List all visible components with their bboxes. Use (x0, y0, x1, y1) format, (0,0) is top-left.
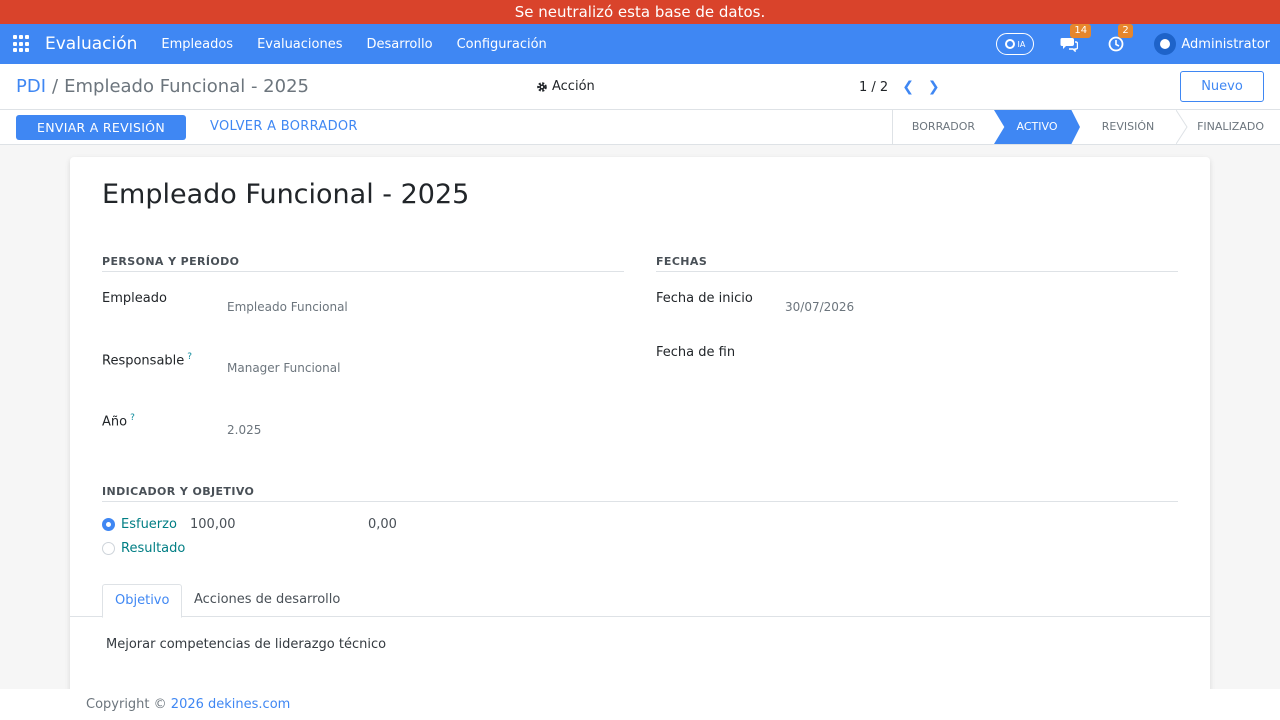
indicator-option-label[interactable]: Esfuerzo (121, 517, 177, 532)
breadcrumb-separator: / (52, 76, 59, 97)
new-button[interactable]: Nuevo (1180, 71, 1264, 102)
user-menu[interactable]: Administrator (1154, 33, 1270, 55)
breadcrumb-current: Empleado Funcional - 2025 (64, 76, 309, 97)
pager: 1 / 2 ❮ ❯ (859, 79, 940, 95)
indicator-value-2: 0,00 (368, 517, 397, 532)
menu-item-empleados[interactable]: Empleados (161, 37, 233, 52)
chat-icon (1060, 38, 1079, 52)
help-tooltip-icon[interactable]: ? (187, 352, 192, 362)
copyright-link[interactable]: 2026 dekines.com (171, 697, 291, 712)
end-date-label: Fecha de fin (656, 345, 736, 360)
ai-icon (1005, 39, 1016, 49)
action-menu-button[interactable]: Acción (536, 79, 595, 94)
stage-pipeline: BORRADOR ACTIVO REVISIÓN FINALIZADO (892, 110, 1280, 144)
stage-activo[interactable]: ACTIVO (994, 110, 1080, 144)
top-navbar: Evaluación Empleados Evaluaciones Desarr… (0, 24, 1280, 64)
indicator-option-label[interactable]: Resultado (121, 541, 185, 556)
year-label-text: Año (102, 414, 128, 430)
indicator-value-1: 100,00 (190, 517, 236, 532)
menu-item-evaluaciones[interactable]: Evaluaciones (257, 37, 342, 52)
indicator-option-esfuerzo[interactable]: Esfuerzo (102, 517, 177, 532)
user-name: Administrator (1181, 36, 1270, 52)
radio-button[interactable] (102, 542, 115, 555)
gear-icon (537, 81, 547, 92)
app-menu-icon[interactable] (13, 35, 31, 53)
start-date-value[interactable]: 30/07/2026 (785, 300, 854, 314)
back-to-draft-button[interactable]: VOLVER A BORRADOR (210, 119, 358, 134)
avatar (1154, 33, 1177, 55)
year-label: Año? (102, 413, 135, 429)
send-to-review-button[interactable]: ENVIAR A REVISIÓN (16, 115, 186, 140)
group-title-indicator: INDICADOR Y OBJETIVO (102, 485, 1178, 502)
chevron-right-icon[interactable]: ❯ (928, 79, 940, 95)
ai-label: IA (1017, 39, 1026, 49)
neutralized-banner: Se neutralizó esta base de datos. (0, 0, 1280, 24)
control-panel: PDI / Empleado Funcional - 2025 Acción 1… (0, 64, 1280, 110)
record-title: Empleado Funcional - 2025 (102, 179, 470, 210)
breadcrumb-root-link[interactable]: PDI (16, 76, 46, 97)
messages-count-badge: 14 (1070, 24, 1092, 38)
app-brand[interactable]: Evaluación (45, 34, 137, 54)
form-sheet: Empleado Funcional - 2025 PERSONA Y PERÍ… (70, 157, 1210, 702)
menu-item-configuracion[interactable]: Configuración (457, 37, 547, 52)
status-bar: ENVIAR A REVISIÓN VOLVER A BORRADOR BORR… (0, 110, 1280, 145)
action-label: Acción (552, 79, 595, 94)
employee-value[interactable]: Empleado Funcional (227, 300, 348, 314)
clock-icon (1108, 36, 1124, 52)
manager-value[interactable]: Manager Funcional (227, 361, 340, 375)
help-tooltip-icon[interactable]: ? (130, 413, 135, 423)
footer: Copyright © 2026 dekines.com (0, 689, 1280, 720)
year-value[interactable]: 2.025 (227, 423, 261, 437)
group-title-person: PERSONA Y PERÍODO (102, 255, 624, 272)
activities-button[interactable]: 2 (1108, 24, 1133, 52)
stage-revision[interactable]: REVISIÓN (1080, 110, 1176, 144)
objective-text[interactable]: Mejorar competencias de liderazgo técnic… (106, 637, 386, 652)
tab-acciones-desarrollo[interactable]: Acciones de desarrollo (182, 584, 352, 617)
pager-value[interactable]: 1 / 2 (859, 80, 888, 95)
tab-objetivo[interactable]: Objetivo (102, 584, 183, 618)
employee-label: Empleado (102, 291, 167, 306)
group-title-dates: FECHAS (656, 255, 1178, 272)
indicator-option-resultado[interactable]: Resultado (102, 541, 185, 556)
start-date-label: Fecha de inicio (656, 291, 753, 306)
manager-label: Responsable? (102, 352, 192, 368)
copyright-prefix: Copyright © (86, 697, 167, 712)
chevron-left-icon[interactable]: ❮ (902, 79, 914, 95)
stage-borrador[interactable]: BORRADOR (893, 110, 994, 144)
ai-toggle-button[interactable]: IA (996, 33, 1035, 55)
manager-label-text: Responsable (102, 353, 185, 369)
radio-button-selected[interactable] (102, 518, 115, 531)
menu-item-desarrollo[interactable]: Desarrollo (367, 37, 433, 52)
stage-finalizado[interactable]: FINALIZADO (1176, 110, 1280, 144)
activities-count-badge: 2 (1118, 24, 1133, 38)
messages-button[interactable]: 14 (1060, 24, 1092, 52)
notebook-tabs: Objetivo Acciones de desarrollo (70, 584, 1210, 618)
breadcrumb: PDI / Empleado Funcional - 2025 (16, 76, 309, 97)
